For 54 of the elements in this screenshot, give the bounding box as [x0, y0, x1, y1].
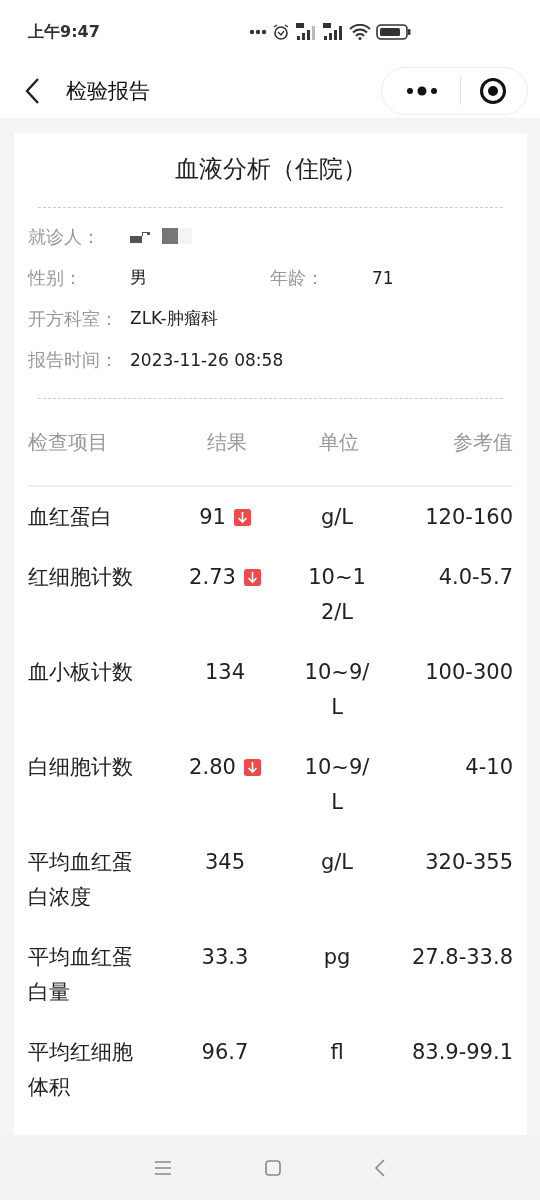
item-cell-text: 白细胞计数	[28, 754, 134, 781]
item-cell-text: 红细胞计数	[28, 564, 134, 591]
column-header: 参考值	[452, 428, 513, 456]
report-title: 血液分析（住院）	[173, 154, 368, 185]
unit-cell-text: fl	[329, 1039, 345, 1066]
unit-cell-text: pg	[322, 944, 352, 971]
reference-cell-text: 4-10	[464, 754, 513, 781]
item-cell-text: 平均红细胞体积	[28, 1039, 134, 1101]
reference-cell-text: 100-300	[424, 659, 513, 686]
column-header: 结果	[206, 428, 248, 456]
reference-cell-text: 4.0-5.7	[437, 564, 513, 591]
back-icon[interactable]	[24, 77, 40, 105]
info-value: 71	[372, 267, 394, 288]
info-value: 2023-11-26 08:58	[130, 349, 284, 370]
unit-cell-text: 10~12/L	[307, 564, 367, 626]
result-cell-text: 2.73	[189, 564, 236, 591]
column-header: 检查项目	[28, 428, 109, 456]
info-value: 男	[130, 266, 148, 289]
info-label: 就诊人：	[28, 224, 101, 249]
info-label: 报告时间：	[28, 347, 119, 372]
more-dots-icon	[249, 29, 267, 35]
reference-cell-text: 320-355	[424, 849, 513, 876]
item-cell-text: 平均血红蛋白量	[28, 944, 134, 1006]
unit-cell-text: 10~9/L	[303, 659, 371, 721]
result-cell-text: 2.80	[189, 754, 236, 781]
home-icon[interactable]	[264, 1158, 282, 1177]
item-cell-text: 平均血红蛋白浓度	[28, 849, 134, 911]
signal-icon	[322, 23, 344, 41]
close-target-icon[interactable]	[479, 77, 507, 105]
result-cell-text: 96.7	[201, 1039, 249, 1066]
reference-cell-text: 83.9-99.1	[410, 1039, 513, 1066]
signal-icon	[295, 23, 317, 41]
result-cell-text: 91	[199, 504, 226, 531]
result-cell-text: 134	[204, 659, 246, 686]
status-time: 上午9:47	[28, 21, 100, 43]
wifi-icon	[349, 24, 371, 40]
unit-cell-text: g/L	[319, 504, 355, 531]
info-label: 性别：	[28, 265, 83, 290]
reference-cell-text: 120-160	[424, 504, 513, 531]
result-cell-text: 33.3	[201, 944, 249, 971]
info-label: 年龄：	[270, 265, 325, 290]
result-cell-text: 345	[204, 849, 246, 876]
alarm-clock-icon	[272, 23, 290, 41]
unit-cell-text: g/L	[319, 849, 355, 876]
unit-cell-text: 10~9/L	[303, 754, 371, 816]
battery-icon	[376, 24, 412, 40]
page-title: 检验报告	[66, 78, 151, 105]
column-header: 单位	[318, 428, 360, 456]
item-cell-text: 血红蛋白	[28, 504, 113, 531]
info-label: 开方科室：	[28, 306, 119, 331]
item-cell-text: 血小板计数	[28, 659, 134, 686]
info-value: ZLK-肿瘤科	[130, 307, 218, 330]
redacted-name-drawing	[130, 227, 194, 246]
reference-cell-text: 27.8-33.8	[410, 944, 513, 971]
